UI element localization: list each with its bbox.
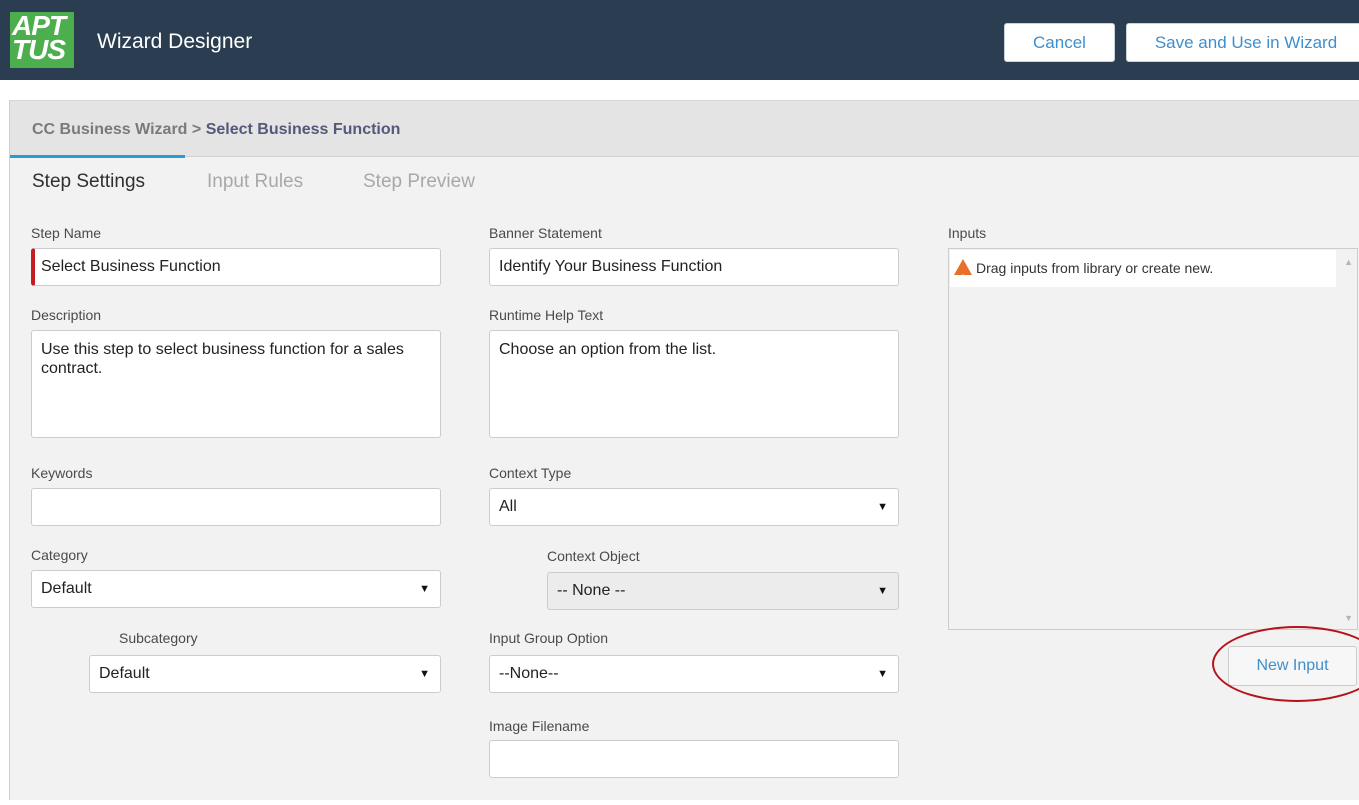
app-header: APT TUS Wizard Designer Cancel Save and … (0, 0, 1359, 80)
tab-step-settings[interactable]: Step Settings (32, 171, 145, 193)
inputs-list[interactable]: Drag inputs from library or create new. … (948, 248, 1358, 630)
inputs-label: Inputs (948, 225, 987, 241)
subcategory-label: Subcategory (119, 630, 198, 646)
context-object-value: -- None -- (557, 582, 626, 599)
keywords-field[interactable] (31, 488, 441, 526)
scroll-up-icon[interactable]: ▲ (1344, 257, 1353, 267)
breadcrumb-separator: > (191, 121, 202, 138)
inputs-empty-message: Drag inputs from library or create new. (950, 250, 1336, 297)
tab-step-preview[interactable]: Step Preview (363, 171, 475, 193)
context-type-select[interactable]: All ▼ (489, 488, 899, 526)
caret-down-icon: ▼ (419, 583, 430, 595)
runtime-help-field[interactable]: Choose an option from the list. (489, 330, 899, 438)
step-name-label: Step Name (31, 225, 102, 241)
warning-icon (954, 259, 972, 297)
caret-down-icon: ▼ (877, 668, 888, 680)
context-type-value: All (499, 498, 517, 515)
logo-line-2: TUS (12, 34, 66, 65)
breadcrumb: CC Business Wizard > Select Business Fun… (32, 121, 400, 139)
apttus-logo: APT TUS (10, 12, 74, 68)
active-tab-indicator (10, 155, 185, 158)
inputs-empty-text: Drag inputs from library or create new. (976, 260, 1214, 276)
input-group-option-label: Input Group Option (489, 630, 609, 646)
description-field[interactable]: Use this step to select business functio… (31, 330, 441, 438)
cancel-button[interactable]: Cancel (1004, 23, 1115, 62)
caret-down-icon: ▼ (877, 501, 888, 513)
context-type-label: Context Type (489, 465, 572, 481)
category-value: Default (41, 580, 92, 597)
breadcrumb-parent[interactable]: CC Business Wizard (32, 121, 187, 138)
step-name-field[interactable]: Select Business Function (31, 248, 441, 286)
save-and-use-button[interactable]: Save and Use in Wizard (1126, 23, 1359, 62)
tab-input-rules[interactable]: Input Rules (207, 171, 303, 193)
runtime-help-label: Runtime Help Text (489, 307, 604, 323)
input-group-option-select[interactable]: --None-- ▼ (489, 655, 899, 693)
category-select[interactable]: Default ▼ (31, 570, 441, 608)
context-object-select[interactable]: -- None -- ▼ (547, 572, 899, 610)
subcategory-value: Default (99, 665, 150, 682)
app-title: Wizard Designer (97, 30, 253, 53)
context-object-label: Context Object (547, 548, 640, 564)
breadcrumb-current: Select Business Function (205, 121, 401, 138)
breadcrumb-bar: CC Business Wizard > Select Business Fun… (10, 101, 1359, 157)
description-label: Description (31, 307, 102, 323)
image-filename-label: Image Filename (489, 718, 590, 734)
banner-statement-label: Banner Statement (489, 225, 602, 241)
keywords-label: Keywords (31, 465, 93, 481)
caret-down-icon: ▼ (419, 668, 430, 680)
caret-down-icon: ▼ (877, 585, 888, 597)
banner-statement-field[interactable]: Identify Your Business Function (489, 248, 899, 286)
category-label: Category (31, 547, 88, 563)
scroll-down-icon[interactable]: ▼ (1344, 613, 1353, 623)
image-filename-field[interactable] (489, 740, 899, 778)
step-editor-panel: CC Business Wizard > Select Business Fun… (9, 100, 1359, 800)
new-input-button[interactable]: New Input (1228, 646, 1357, 686)
input-group-option-value: --None-- (499, 665, 559, 682)
subcategory-select[interactable]: Default ▼ (89, 655, 441, 693)
